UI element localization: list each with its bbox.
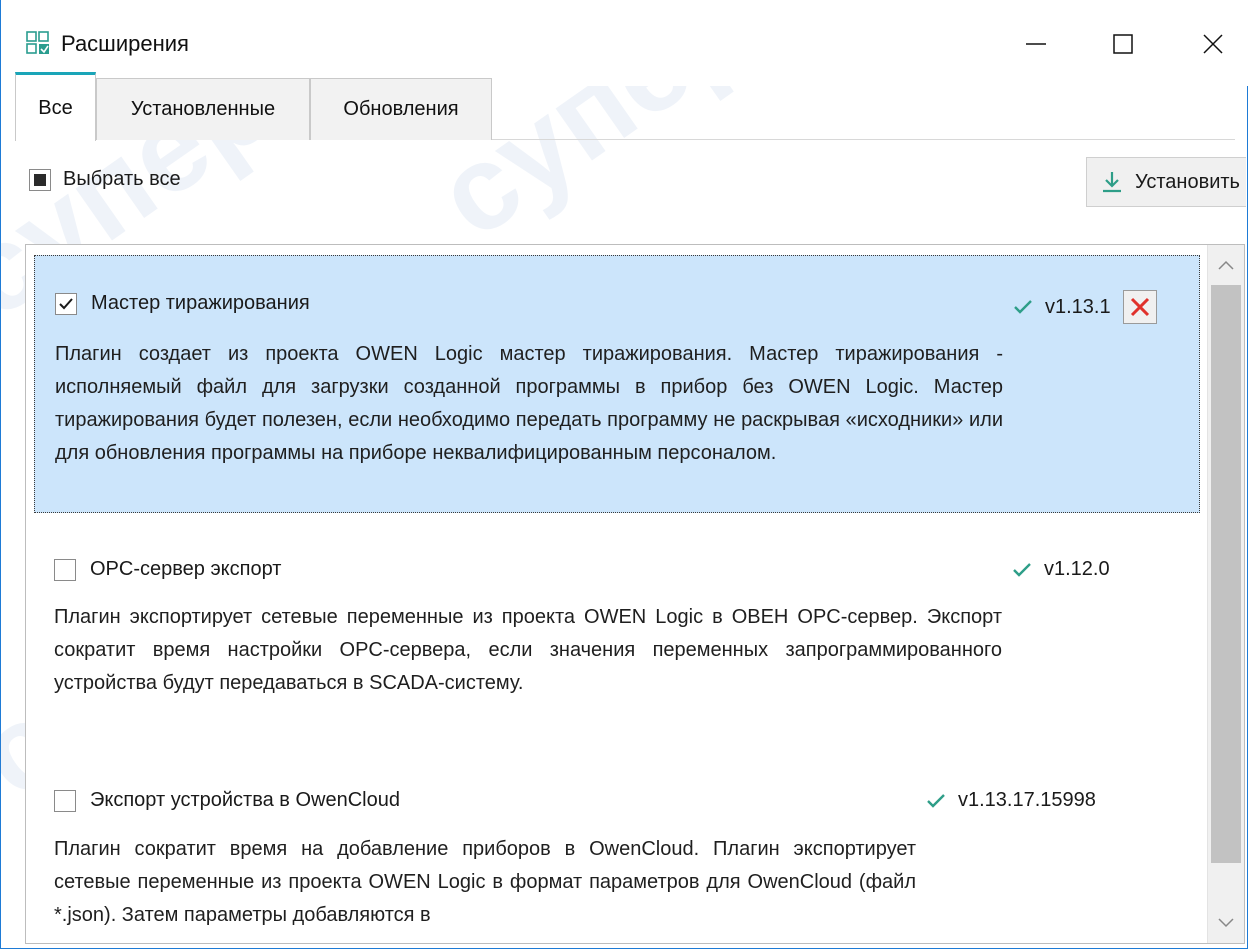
check-icon bbox=[59, 297, 73, 309]
plugin-version: v1.12.0 bbox=[1012, 558, 1110, 581]
plugin-name: OPC-сервер экспорт bbox=[90, 558, 282, 580]
plugin-header: Экспорт устройства в OwenCloud bbox=[54, 789, 400, 812]
tab-label: Установленные bbox=[130, 98, 276, 120]
chevron-up-icon bbox=[1218, 260, 1234, 270]
extensions-icon bbox=[26, 31, 49, 54]
list-item[interactable]: Экспорт устройства в OwenCloud v1.13.17.… bbox=[34, 761, 1200, 943]
select-all-label: Выбрать все bbox=[63, 168, 181, 190]
installed-check-icon bbox=[1013, 562, 1031, 577]
chevron-down-icon bbox=[1218, 918, 1234, 928]
close-icon bbox=[1203, 34, 1223, 54]
scroll-down-button[interactable] bbox=[1208, 905, 1244, 941]
plugin-name: Мастер тиражирования bbox=[91, 292, 310, 314]
close-window-button[interactable] bbox=[1183, 18, 1243, 70]
plugin-description: Плагин экспортирует сетевые переменные и… bbox=[54, 606, 1002, 694]
scrollbar-thumb[interactable] bbox=[1211, 285, 1241, 863]
plugin-description: Плагин создает из проекта OWEN Logic мас… bbox=[55, 343, 1003, 464]
minimize-button[interactable] bbox=[1006, 18, 1066, 70]
tab-updates[interactable]: Обновления bbox=[310, 78, 492, 140]
tab-label: Обновления bbox=[343, 98, 459, 120]
plugin-checkbox[interactable] bbox=[54, 558, 76, 581]
plugin-version: v1.13.1 bbox=[1013, 290, 1157, 324]
plugin-version: v1.13.17.15998 bbox=[926, 789, 1096, 812]
window-title: Расширения bbox=[61, 31, 189, 56]
plugin-name: Экспорт устройства в OwenCloud bbox=[90, 789, 400, 811]
plugin-checkbox[interactable] bbox=[54, 789, 76, 812]
version-label: v1.12.0 bbox=[1044, 558, 1110, 580]
plugin-list[interactable]: Мастер тиражирования v1.13.1 Плагин созд… bbox=[25, 244, 1245, 944]
installed-check-icon bbox=[1014, 300, 1032, 314]
list-item[interactable]: OPC-сервер экспорт v1.12.0 Плагин экспор… bbox=[34, 535, 1200, 755]
vertical-scrollbar[interactable] bbox=[1207, 245, 1244, 943]
install-button[interactable]: Установить bbox=[1086, 157, 1246, 207]
minimize-icon bbox=[1026, 43, 1046, 45]
remove-plugin-button[interactable] bbox=[1122, 290, 1157, 324]
plugin-header: OPC-сервер экспорт bbox=[54, 558, 281, 581]
plugin-description: Плагин сократит время на добавление приб… bbox=[54, 838, 916, 926]
installed-check-icon bbox=[927, 793, 945, 808]
tab-installed[interactable]: Установленные bbox=[96, 78, 310, 140]
version-label: v1.13.1 bbox=[1045, 295, 1111, 318]
download-icon bbox=[1103, 172, 1121, 193]
tab-label: Все bbox=[38, 96, 73, 119]
select-all-checkbox[interactable] bbox=[29, 168, 51, 191]
maximize-icon bbox=[1113, 34, 1133, 54]
maximize-button[interactable] bbox=[1093, 18, 1153, 70]
scroll-up-button[interactable] bbox=[1208, 247, 1244, 283]
version-label: v1.13.17.15998 bbox=[958, 789, 1096, 811]
plugin-header: Мастер тиражирования bbox=[55, 292, 310, 315]
plugin-checkbox[interactable] bbox=[55, 292, 77, 315]
delete-x-icon bbox=[1130, 297, 1149, 317]
list-item[interactable]: Мастер тиражирования v1.13.1 Плагин созд… bbox=[34, 255, 1200, 513]
extensions-window: супер супер супер супер супер Расширения bbox=[0, 0, 1248, 949]
install-label: Установить bbox=[1135, 170, 1240, 193]
select-all-control[interactable]: Выбрать все bbox=[29, 168, 181, 191]
tab-bar: Все Установленные Обновления bbox=[15, 72, 1235, 141]
tab-all[interactable]: Все bbox=[15, 72, 96, 141]
